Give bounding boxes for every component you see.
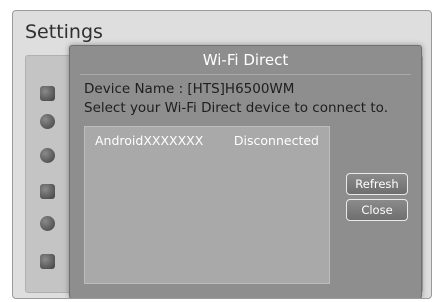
- device-item-name: AndroidXXXXXXX: [95, 133, 204, 148]
- sound-icon[interactable]: [40, 114, 55, 129]
- close-button[interactable]: Close: [346, 199, 408, 221]
- device-item-status: Disconnected: [233, 133, 319, 148]
- settings-screen: Settings Wi-Fi Direct Device Name : [HTS…: [12, 10, 432, 299]
- device-list[interactable]: AndroidXXXXXXX Disconnected: [84, 126, 330, 284]
- support-icon[interactable]: [40, 254, 55, 269]
- wifi-direct-dialog: Wi-Fi Direct Device Name : [HTS]H6500WM …: [69, 45, 422, 298]
- gear-icon[interactable]: [40, 216, 55, 231]
- network-icon[interactable]: [40, 148, 55, 163]
- page-title: Settings: [25, 21, 103, 43]
- refresh-button[interactable]: Refresh: [346, 173, 408, 195]
- picture-icon[interactable]: [40, 86, 55, 101]
- smart-hub-icon[interactable]: [40, 184, 55, 199]
- list-item[interactable]: AndroidXXXXXXX Disconnected: [85, 131, 329, 151]
- dialog-divider: [80, 74, 411, 75]
- device-name-label: Device Name : [HTS]H6500WM: [84, 81, 295, 97]
- dialog-title: Wi-Fi Direct: [202, 51, 289, 69]
- instruction-text: Select your Wi-Fi Direct device to conne…: [84, 100, 388, 116]
